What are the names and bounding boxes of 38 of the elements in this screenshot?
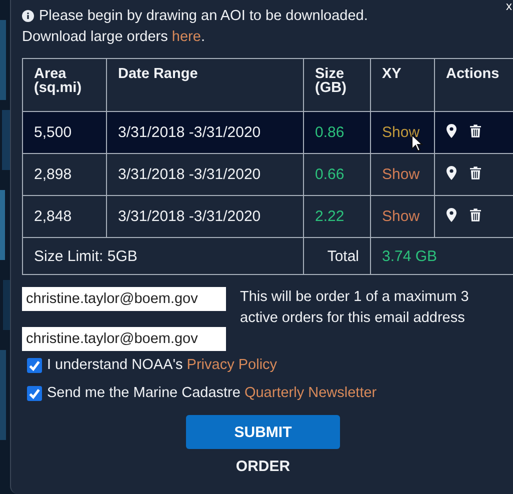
total-value: 3.74 GB — [382, 248, 438, 264]
info-text: Download large orders here. — [22, 28, 206, 47]
table-cell: 3/31/2018 -3/31/2020 — [118, 166, 261, 183]
map-pin-icon[interactable] — [446, 208, 457, 222]
policy-link[interactable]: Quarterly Newsletter — [244, 385, 377, 401]
table-cell: 3/31/2018 -3/31/2020 — [118, 124, 261, 141]
order-note: This will be order 1 of a maximum 3 active orders for this email address — [240, 288, 470, 328]
trash-icon[interactable] — [470, 166, 481, 180]
trash-icon[interactable] — [470, 208, 481, 222]
table-cell: 2,898 — [34, 166, 72, 183]
here-link[interactable]: here — [172, 29, 201, 45]
submit-button[interactable]: SUBMIT — [186, 415, 340, 449]
table-row[interactable]: 2,848 3/31/2018 -3/31/2020 2.22 Show — [22, 196, 513, 238]
table-cell: 3/31/2018 -3/31/2020 — [118, 208, 261, 225]
table-cell: 0.66 — [315, 166, 344, 183]
info-icon — [22, 10, 34, 22]
close-button[interactable]: x — [506, 0, 512, 13]
info-text: Please begin by drawing an AOI to be downloaded. — [39, 8, 368, 24]
checkbox[interactable] — [27, 358, 42, 372]
table-row[interactable]: 5,500 3/31/2018 -3/31/2020 0.86 Show — [22, 112, 513, 154]
total-label: Total — [327, 248, 359, 264]
table-cell: 2,848 — [34, 208, 72, 225]
column-header: Area (sq.mi) — [22, 58, 106, 112]
map-pin-icon[interactable] — [446, 124, 457, 138]
trash-icon[interactable] — [470, 124, 481, 138]
policy-link[interactable]: Privacy Policy — [186, 357, 278, 373]
table-row[interactable]: 2,898 3/31/2018 -3/31/2020 0.66 Show — [22, 154, 513, 196]
checkbox-label: I understand NOAA's Privacy Policy — [47, 357, 278, 373]
checkbox-label: Send me the Marine Cadastre Quarterly Newsletter — [47, 385, 377, 401]
email-field[interactable]: christine.taylor@boem.gov — [22, 327, 226, 351]
order-label: ORDER — [236, 458, 290, 475]
map-pin-icon[interactable] — [446, 166, 457, 180]
checkbox[interactable] — [27, 386, 42, 400]
table-cell: 0.86 — [315, 124, 344, 141]
email-field[interactable]: christine.taylor@boem.gov — [22, 287, 226, 311]
table-cell: 2.22 — [315, 208, 344, 225]
size-limit: Size Limit: 5GB — [34, 248, 138, 264]
table-cell: 5,500 — [34, 124, 72, 141]
